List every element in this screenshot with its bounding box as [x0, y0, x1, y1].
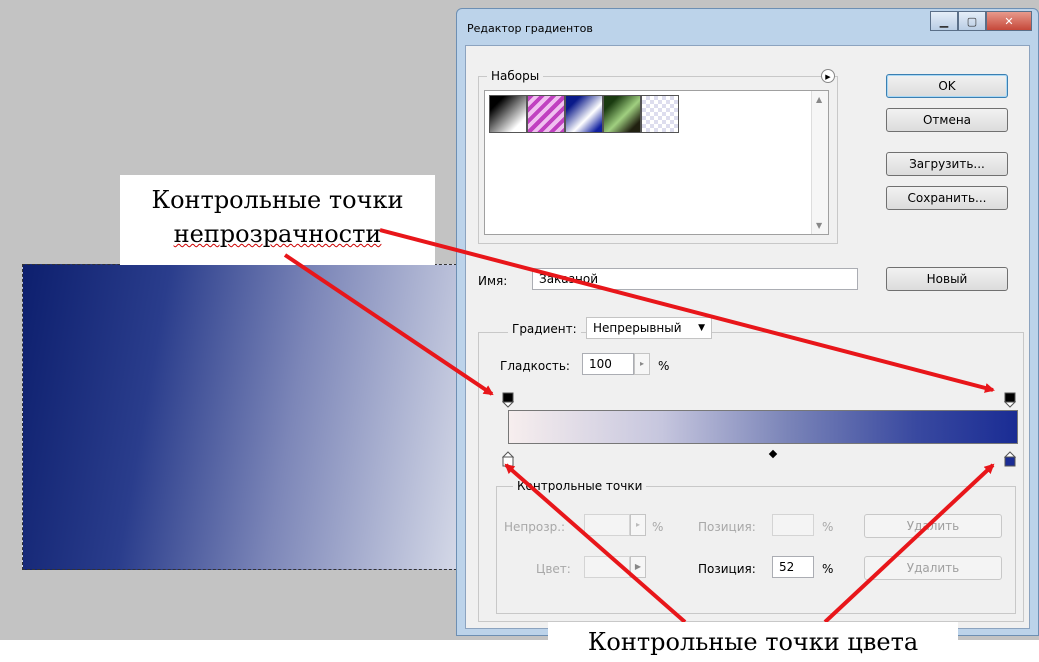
color-swatch-field[interactable] — [584, 556, 630, 578]
title-bar[interactable]: Редактор градиентов ▁ ▢ ✕ — [457, 9, 1038, 45]
color-position-unit: % — [822, 562, 834, 576]
presets-menu-icon[interactable]: ▶ — [821, 69, 835, 83]
minimize-icon: ▁ — [939, 14, 949, 28]
name-label: Имя: — [478, 274, 508, 288]
opacity-field — [584, 514, 630, 536]
gradient-preview-bar[interactable] — [508, 410, 1018, 444]
stepper-arrow-icon: ▸ — [639, 359, 644, 368]
color-position-field[interactable]: 52 — [772, 556, 814, 578]
close-icon: ✕ — [1004, 14, 1014, 28]
scroll-up-icon[interactable]: ▲ — [816, 95, 822, 104]
cancel-button[interactable]: Отмена — [886, 108, 1008, 132]
maximize-icon: ▢ — [966, 14, 978, 28]
opacity-stop-left[interactable] — [502, 392, 514, 408]
load-button[interactable]: Загрузить... — [886, 152, 1008, 176]
stepper-arrow-icon: ▸ — [635, 520, 640, 529]
opacity-delete-button: Удалить — [864, 514, 1002, 538]
smoothness-label: Гладкость: — [500, 359, 570, 373]
gradient-editor-dialog: Редактор градиентов ▁ ▢ ✕ Наборы ▶ ▲ ▼ O… — [456, 8, 1039, 636]
color-delete-button: Удалить — [864, 556, 1002, 580]
save-button[interactable]: Сохранить... — [886, 186, 1008, 210]
gradient-selection-preview — [22, 264, 462, 570]
color-picker-arrow[interactable]: ▶ — [630, 556, 646, 578]
presets-label: Наборы — [487, 69, 544, 83]
dialog-client: Наборы ▶ ▲ ▼ OK Отмена Загрузить... Сохр… — [465, 45, 1030, 629]
new-button[interactable]: Новый — [886, 267, 1008, 291]
play-arrow-icon: ▶ — [634, 562, 642, 571]
smoothness-stepper[interactable]: ▸ — [634, 353, 650, 375]
stops-group-label: Контрольные точки — [513, 479, 647, 493]
gradient-type-label: Градиент: — [508, 322, 581, 336]
opacity-stops-callout-line1: Контрольные точки — [151, 186, 404, 214]
smoothness-unit: % — [658, 359, 670, 373]
gradient-type-select[interactable]: Непрерывный ▼ — [586, 317, 712, 339]
color-stop-right[interactable] — [1004, 451, 1016, 467]
presets-list[interactable]: ▲ ▼ — [484, 90, 829, 235]
minimize-button[interactable]: ▁ — [930, 11, 958, 31]
preset-swatch[interactable] — [565, 95, 603, 133]
opacity-stops-callout: Контрольные точки непрозрачности — [120, 175, 435, 265]
color-label: Цвет: — [536, 562, 571, 576]
maximize-button[interactable]: ▢ — [958, 11, 986, 31]
name-field[interactable]: Заказной — [532, 268, 858, 290]
opacity-stepper: ▸ — [630, 514, 646, 536]
opacity-position-field — [772, 514, 814, 536]
color-position-label: Позиция: — [698, 562, 756, 576]
color-stop-left[interactable] — [502, 451, 514, 467]
stops-group: Контрольные точки — [496, 479, 1016, 614]
color-stops-callout: Контрольные точки цвета — [548, 622, 958, 662]
opacity-stops-callout-line2: непрозрачности — [173, 220, 382, 248]
close-button[interactable]: ✕ — [986, 11, 1032, 31]
preset-swatch[interactable] — [489, 95, 527, 133]
presets-scrollbar[interactable]: ▲ ▼ — [811, 91, 828, 234]
opacity-position-unit: % — [822, 520, 834, 534]
scroll-down-icon[interactable]: ▼ — [816, 221, 822, 230]
chevron-down-icon: ▼ — [698, 323, 705, 333]
dialog-title: Редактор градиентов — [467, 22, 593, 35]
opacity-label: Непрозр.: — [504, 520, 566, 534]
gradient-type-value: Непрерывный — [593, 321, 682, 335]
preset-swatch[interactable] — [641, 95, 679, 133]
opacity-position-label: Позиция: — [698, 520, 756, 534]
ok-button[interactable]: OK — [886, 74, 1008, 98]
smoothness-field[interactable]: 100 — [582, 353, 634, 375]
preset-swatch[interactable] — [527, 95, 565, 133]
opacity-unit: % — [652, 520, 664, 534]
preset-swatch[interactable] — [603, 95, 641, 133]
opacity-stop-right[interactable] — [1004, 392, 1016, 408]
